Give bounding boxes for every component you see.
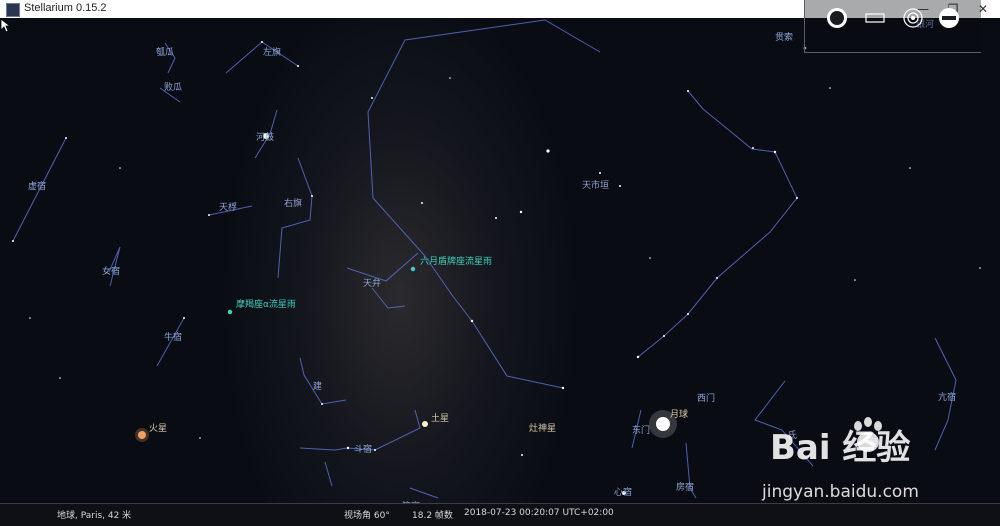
status-location[interactable]: 地球, Paris, 42 米 <box>57 508 131 521</box>
cardinal-icon[interactable] <box>937 6 961 30</box>
label-moon[interactable]: 月球 <box>670 407 688 420</box>
label-tianbian[interactable]: 天弁 <box>363 276 381 289</box>
label-niuxiu[interactable]: 牛宿 <box>164 330 182 343</box>
label-nvxiu[interactable]: 女宿 <box>102 264 120 277</box>
moon-dot[interactable] <box>656 417 670 431</box>
mouse-cursor-icon <box>0 18 12 33</box>
label-zuoqi[interactable]: 左旗 <box>263 45 281 58</box>
label-guansuo[interactable]: 贯索 <box>775 30 793 43</box>
label-ximen[interactable]: 西门 <box>697 391 715 404</box>
stellarium-app-icon <box>6 3 20 17</box>
label-dongmen[interactable]: 东门 <box>632 423 650 436</box>
paw-icon <box>854 417 882 452</box>
label-mars[interactable]: 火星 <box>149 421 167 434</box>
label-june-scutids[interactable]: 六月盾牌座流星雨 <box>420 254 492 267</box>
label-alpha-capricornids[interactable]: 摩羯座α流星雨 <box>236 297 296 310</box>
status-fps: 18.2 帧数 <box>412 511 453 521</box>
baidu-watermark: Bai 经验 jingyan.baidu.com <box>762 417 992 510</box>
label-fangxiu[interactable]: 房宿 <box>676 480 694 493</box>
disk-icon[interactable] <box>825 6 849 30</box>
label-tianfu[interactable]: 天桴 <box>219 200 237 213</box>
label-vesta[interactable]: 灶神星 <box>529 421 556 434</box>
label-jian[interactable]: 建 <box>313 379 322 392</box>
status-fov: 视场角 60° <box>344 511 390 521</box>
label-xinxiu[interactable]: 心宿 <box>614 485 632 498</box>
label-xuxiu[interactable]: 虚宿 <box>28 179 46 192</box>
label-tianshiyuan[interactable]: 天市垣 <box>582 178 609 191</box>
meteor-radiant-scutids[interactable] <box>410 266 416 272</box>
saturn-dot[interactable] <box>422 421 428 427</box>
label-youqi[interactable]: 右旗 <box>284 196 302 209</box>
window-title: Stellarium 0.15.2 <box>24 2 107 14</box>
watermark-logo: Bai 经验 <box>770 428 911 468</box>
label-baigua[interactable]: 败瓜 <box>164 80 182 93</box>
atmosphere-icon[interactable] <box>901 6 925 30</box>
meteor-radiant-capricornids[interactable] <box>227 309 233 315</box>
label-douxiu[interactable]: 斗宿 <box>354 442 372 455</box>
label-hegu[interactable]: 河鼓 <box>256 130 274 143</box>
label-kangxiu[interactable]: 亢宿 <box>938 390 956 403</box>
view-toolbar <box>804 0 981 53</box>
status-datetime[interactable]: 2018-07-23 00:20:07 UTC+02:00 <box>464 508 614 518</box>
label-huagua[interactable]: 瓠瓜 <box>156 45 174 58</box>
watermark-url: jingyan.baidu.com <box>762 482 919 502</box>
ground-icon[interactable] <box>863 6 887 30</box>
label-saturn[interactable]: 土星 <box>431 411 449 424</box>
